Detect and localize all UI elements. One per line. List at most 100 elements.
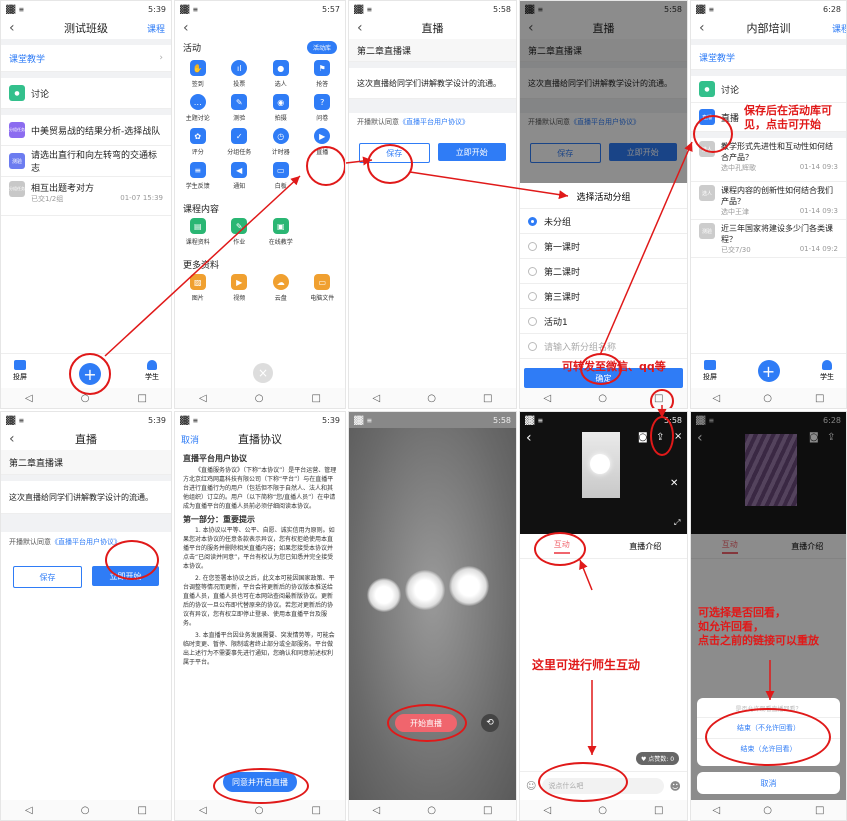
list-item[interactable]: 分组任务 中美贸易战的结果分析-选择战队 [1,115,171,146]
back-nav-icon[interactable]: ◁ [199,393,207,404]
grid-item-discuss[interactable]: … 主题讨论 [177,94,219,128]
grid-item-notice[interactable]: ◀ 通知 [219,162,261,196]
mute-icon[interactable]: ✕ [670,478,678,489]
hand-icon: ✋ [189,60,206,76]
home-nav-icon[interactable]: ○ [81,805,90,816]
grid-item-survey[interactable]: ? 问卷 [302,94,344,128]
list-item[interactable]: 分组任务 相互出题考对方 已交1/2组 01-07 15:39 [1,177,171,216]
camera-icon[interactable]: ◙ [638,432,648,443]
home-nav-icon[interactable]: ○ [598,393,607,404]
course-link[interactable]: 课程 [147,22,165,35]
live-name-field[interactable]: 第二章直播课 [1,450,171,475]
back-nav-icon[interactable]: ◁ [373,805,381,816]
group-option[interactable]: 第二课时 [520,259,687,284]
switch-camera-button[interactable]: ⟲ [481,714,499,732]
section-header[interactable]: 课堂教学 › [1,45,171,72]
chart-icon: ıl [231,60,248,76]
back-icon[interactable]: ‹ [357,20,363,36]
grid-item-vote[interactable]: ıl 投票 [219,60,261,94]
tab-intro[interactable]: 直播介绍 [604,534,688,558]
student-button[interactable]: 学生 [820,360,834,382]
back-icon[interactable]: ‹ [183,20,189,36]
group-option[interactable]: 第一课时 [520,234,687,259]
home-nav-icon[interactable]: ○ [427,393,436,404]
course-link[interactable]: 课程 [832,22,846,35]
grid-item-online[interactable]: ▣ 在线教学 [260,218,302,252]
recent-nav-icon[interactable]: □ [312,805,321,816]
grid-item-whiteboard[interactable]: ▭ 白板 [260,162,302,196]
back-nav-icon[interactable]: ◁ [544,393,552,404]
grid-item-score[interactable]: ✿ 评分 [177,128,219,162]
live-desc-field[interactable]: 这次直播给同学们讲解教学设计的流通。 [349,68,516,99]
smile-icon[interactable]: ☻ [670,780,681,793]
home-nav-icon[interactable]: ○ [598,805,607,816]
grid-item-pc-file[interactable]: ▭ 电脑文件 [302,274,344,308]
home-nav-icon[interactable]: ○ [255,805,264,816]
cast-button[interactable]: 投屏 [13,360,27,382]
list-item[interactable]: 测验 请选出直行和向左转弯的交通标志 [1,146,171,177]
add-activity-button[interactable]: + [757,360,780,382]
section-header[interactable]: 课堂教学 [691,45,846,70]
back-icon[interactable]: ‹ [699,20,705,36]
grid-item-signin[interactable]: ✋ 签到 [177,60,219,94]
back-nav-icon[interactable]: ◁ [199,805,207,816]
grid-item-image[interactable]: ▨ 图片 [177,274,219,308]
back-nav-icon[interactable]: ◁ [373,393,381,404]
back-nav-icon[interactable]: ◁ [713,393,721,404]
grid-item-materials[interactable]: ▤ 课程资料 [177,218,219,252]
activity-library-button[interactable]: 活动库 [306,41,337,54]
student-button[interactable]: 学生 [145,360,159,382]
close-icon[interactable]: × [674,431,682,442]
group-option[interactable]: 未分组 [520,209,687,234]
dialog-cancel-button[interactable]: 取消 [697,772,840,794]
home-nav-icon[interactable]: ○ [255,393,264,404]
back-icon[interactable]: ‹ [9,20,15,36]
save-button[interactable]: 保存 [13,566,82,588]
emoji-icon[interactable]: ☺ [526,781,536,792]
back-icon[interactable]: ‹ [9,431,15,447]
grid-item-feedback[interactable]: ≡ 学生反馈 [177,162,219,196]
cancel-link[interactable]: 取消 [181,433,199,446]
back-icon[interactable]: ‹ [526,430,532,446]
grid-item-quiz[interactable]: ✎ 测验 [219,94,261,128]
recent-nav-icon[interactable]: □ [138,805,147,816]
back-nav-icon[interactable]: ◁ [713,805,721,816]
grid-item-pick[interactable]: ● 选人 [260,60,302,94]
grid-item-cloud[interactable]: ☁ 云盘 [260,274,302,308]
cast-button[interactable]: 投屏 [703,360,717,382]
start-now-button[interactable]: 立即开始 [437,143,506,161]
live-desc-field[interactable]: 这次直播给同学们讲解教学设计的流通。 [1,481,171,514]
close-button[interactable]: × [253,363,273,383]
list-item[interactable]: ● 讨论 [691,76,846,103]
system-nav: ◁ ○ □ [691,800,846,820]
group-option[interactable]: 活动1 [520,309,687,334]
recent-nav-icon[interactable]: □ [483,393,492,404]
list-item[interactable]: 测验 近三年国家将建设多少门各类课程？ 已交7/30 01-14 09:2 [691,220,846,258]
grid-item-video[interactable]: ▶ 视频 [219,274,261,308]
home-nav-icon[interactable]: ○ [763,805,772,816]
fullscreen-icon[interactable]: ⤢ [674,518,680,528]
agreement-link[interactable]: 《直播平台用户协议》 [399,118,469,126]
home-nav-icon[interactable]: ○ [763,393,772,404]
agreement-link[interactable]: 《直播平台用户协议》 [51,538,121,546]
recent-nav-icon[interactable]: □ [815,805,824,816]
list-item[interactable]: ● 讨论 [1,78,171,109]
grid-item-group-task[interactable]: ✓ 分组任务 [219,128,261,162]
recent-nav-icon[interactable]: □ [815,393,824,404]
grid-item-photo[interactable]: ◉ 拍摄 [260,94,302,128]
recent-nav-icon[interactable]: □ [138,393,147,404]
back-nav-icon[interactable]: ◁ [25,393,33,404]
list-item[interactable]: 选人 课程内容的创新性如何结合我们产品？ 选中王津 01-14 09:3 [691,182,846,220]
grid-item-answer[interactable]: ⚑ 抢答 [302,60,344,94]
recent-nav-icon[interactable]: □ [654,805,663,816]
dim-overlay[interactable] [520,1,687,183]
recent-nav-icon[interactable]: □ [483,805,492,816]
back-nav-icon[interactable]: ◁ [544,805,552,816]
grid-item-homework[interactable]: ✎ 作业 [219,218,261,252]
group-option[interactable]: 第三课时 [520,284,687,309]
home-nav-icon[interactable]: ○ [427,805,436,816]
recent-nav-icon[interactable]: □ [312,393,321,404]
grid-item-timer[interactable]: ◷ 计时器 [260,128,302,162]
live-name-field[interactable]: 第二章直播课 [349,39,516,62]
back-nav-icon[interactable]: ◁ [25,805,33,816]
